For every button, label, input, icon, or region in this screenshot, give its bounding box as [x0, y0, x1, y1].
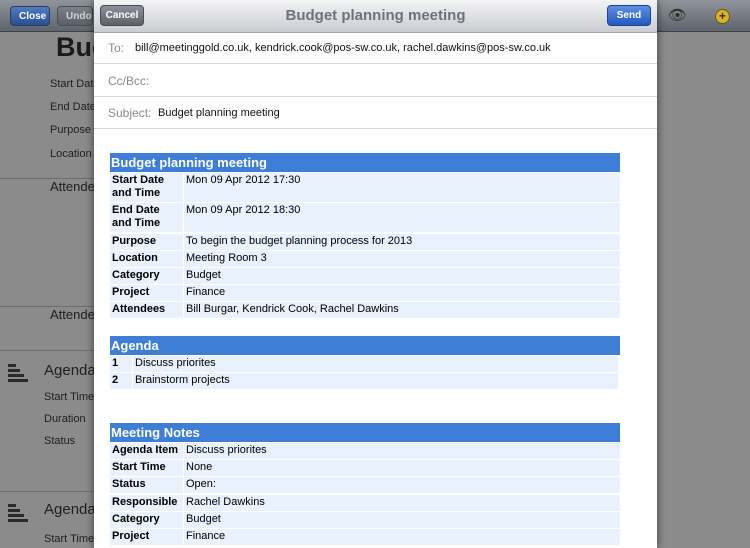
- meeting-notes-heading: Meeting Notes: [110, 423, 620, 442]
- divider: [0, 350, 95, 351]
- row-key: Responsible: [110, 495, 183, 511]
- subject-value[interactable]: Budget planning meeting: [158, 97, 280, 129]
- row-key: 2: [110, 373, 132, 389]
- row-key: End Date and Time: [110, 203, 183, 232]
- row-key: Project: [110, 529, 183, 545]
- purpose-label: Purpose: [50, 124, 91, 136]
- eye-icon[interactable]: 👁: [668, 7, 687, 24]
- table-row: Purpose To begin the budget planning pro…: [110, 234, 620, 250]
- undo-button[interactable]: Undo: [57, 6, 93, 26]
- start-time-label: Start Time: [44, 391, 95, 403]
- row-value: Discuss priorites: [184, 443, 620, 459]
- status-label: Status: [44, 435, 76, 447]
- subject-field[interactable]: Subject: Budget planning meeting: [94, 97, 657, 129]
- table-row: Location Meeting Room 3: [110, 251, 620, 267]
- attendees-section-label-2: Attende: [50, 307, 95, 322]
- stack-icon: [8, 504, 28, 524]
- row-value: Finance: [184, 285, 620, 301]
- cc-bcc-field[interactable]: Cc/Bcc:: [94, 65, 657, 97]
- mail-composer: Budget planning meeting Cancel Send To: …: [94, 0, 657, 548]
- end-date-label: End Date: [50, 101, 96, 113]
- subject-label: Subject:: [108, 106, 152, 120]
- to-value[interactable]: bill@meetinggold.co.uk, kendrick.cook@po…: [135, 32, 551, 64]
- row-key: Start Date and Time: [110, 173, 183, 202]
- divider: [0, 491, 95, 492]
- start-date-label: Start Date: [50, 78, 100, 90]
- row-value: Meeting Room 3: [184, 251, 620, 267]
- meeting-heading: Budget planning meeting: [110, 153, 620, 172]
- row-key: Project: [110, 285, 183, 301]
- row-value: Mon 09 Apr 2012 18:30: [184, 203, 620, 232]
- row-value: Mon 09 Apr 2012 17:30: [184, 173, 620, 202]
- send-button[interactable]: Send: [607, 5, 651, 26]
- close-button[interactable]: Close: [10, 6, 50, 26]
- row-key: 1: [110, 356, 132, 372]
- cc-bcc-label: Cc/Bcc:: [108, 74, 150, 88]
- row-key: Category: [110, 268, 183, 284]
- row-value: None: [184, 460, 620, 476]
- row-value: Bill Burgar, Kendrick Cook, Rachel Dawki…: [184, 302, 620, 318]
- row-value: Brainstorm projects: [133, 373, 618, 389]
- table-row: 2 Brainstorm projects: [110, 373, 620, 389]
- stack-icon: [8, 364, 28, 384]
- table-row: Start Date and Time Mon 09 Apr 2012 17:3…: [110, 173, 620, 202]
- row-value: Budget: [184, 268, 620, 284]
- attendees-section-label: Attende: [50, 179, 95, 194]
- table-row: End Date and Time Mon 09 Apr 2012 18:30: [110, 203, 620, 232]
- location-label: Location: [50, 148, 92, 160]
- row-value: Finance: [184, 529, 620, 545]
- row-key: Attendees: [110, 302, 183, 318]
- row-key: Category: [110, 512, 183, 528]
- row-value: Rachel Dawkins: [184, 495, 620, 511]
- table-row: Agenda Item Discuss priorites: [110, 443, 620, 459]
- row-value: To begin the budget planning process for…: [184, 234, 620, 250]
- cancel-button[interactable]: Cancel: [100, 5, 144, 26]
- table-row: Category Budget: [110, 268, 620, 284]
- table-row: Category Budget: [110, 512, 620, 528]
- row-key: Purpose: [110, 234, 183, 250]
- add-circle-icon[interactable]: +: [715, 9, 730, 24]
- table-row: Responsible Rachel Dawkins: [110, 495, 620, 511]
- table-row: Attendees Bill Burgar, Kendrick Cook, Ra…: [110, 302, 620, 318]
- agenda-section-label: Agenda: [44, 362, 96, 379]
- table-row: Project Finance: [110, 529, 620, 545]
- row-key: Status: [110, 477, 183, 493]
- composer-nav-bar: Budget planning meeting Cancel Send: [94, 0, 657, 33]
- agenda-section-label-2: Agenda: [44, 501, 96, 518]
- row-key: Agenda Item: [110, 443, 183, 459]
- row-key: Start Time: [110, 460, 183, 476]
- composer-title: Budget planning meeting: [285, 7, 466, 24]
- to-label: To:: [108, 41, 125, 55]
- table-row: Project Finance: [110, 285, 620, 301]
- row-value: Open:: [184, 477, 620, 493]
- table-row: Start Time None: [110, 460, 620, 476]
- row-value: Budget: [184, 512, 620, 528]
- table-row: Status Open:: [110, 477, 620, 493]
- duration-label: Duration: [44, 413, 86, 425]
- row-key: Location: [110, 251, 183, 267]
- agenda-heading: Agenda: [110, 336, 620, 355]
- start-time-label-2: Start Time: [44, 533, 95, 545]
- row-value: Discuss priorites: [133, 356, 618, 372]
- to-field[interactable]: To: bill@meetinggold.co.uk, kendrick.coo…: [94, 32, 657, 64]
- table-row: 1 Discuss priorites: [110, 356, 620, 372]
